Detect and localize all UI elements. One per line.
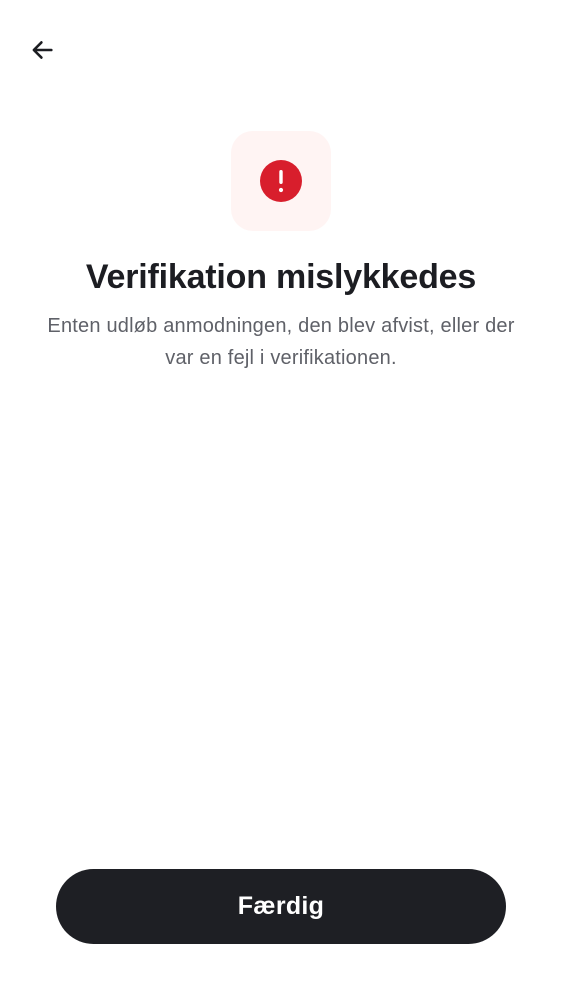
verification-failed-screen: Verifikation mislykkedes Enten udløb anm… (0, 0, 562, 1000)
error-status-tile (231, 131, 331, 231)
page-title: Verifikation mislykkedes (85, 258, 477, 296)
exclamation-circle-icon (260, 160, 302, 202)
done-button[interactable]: Færdig (56, 869, 506, 944)
error-description: Enten udløb anmodningen, den blev afvist… (47, 315, 515, 369)
arrow-left-icon (28, 36, 56, 64)
back-button[interactable] (18, 26, 66, 74)
